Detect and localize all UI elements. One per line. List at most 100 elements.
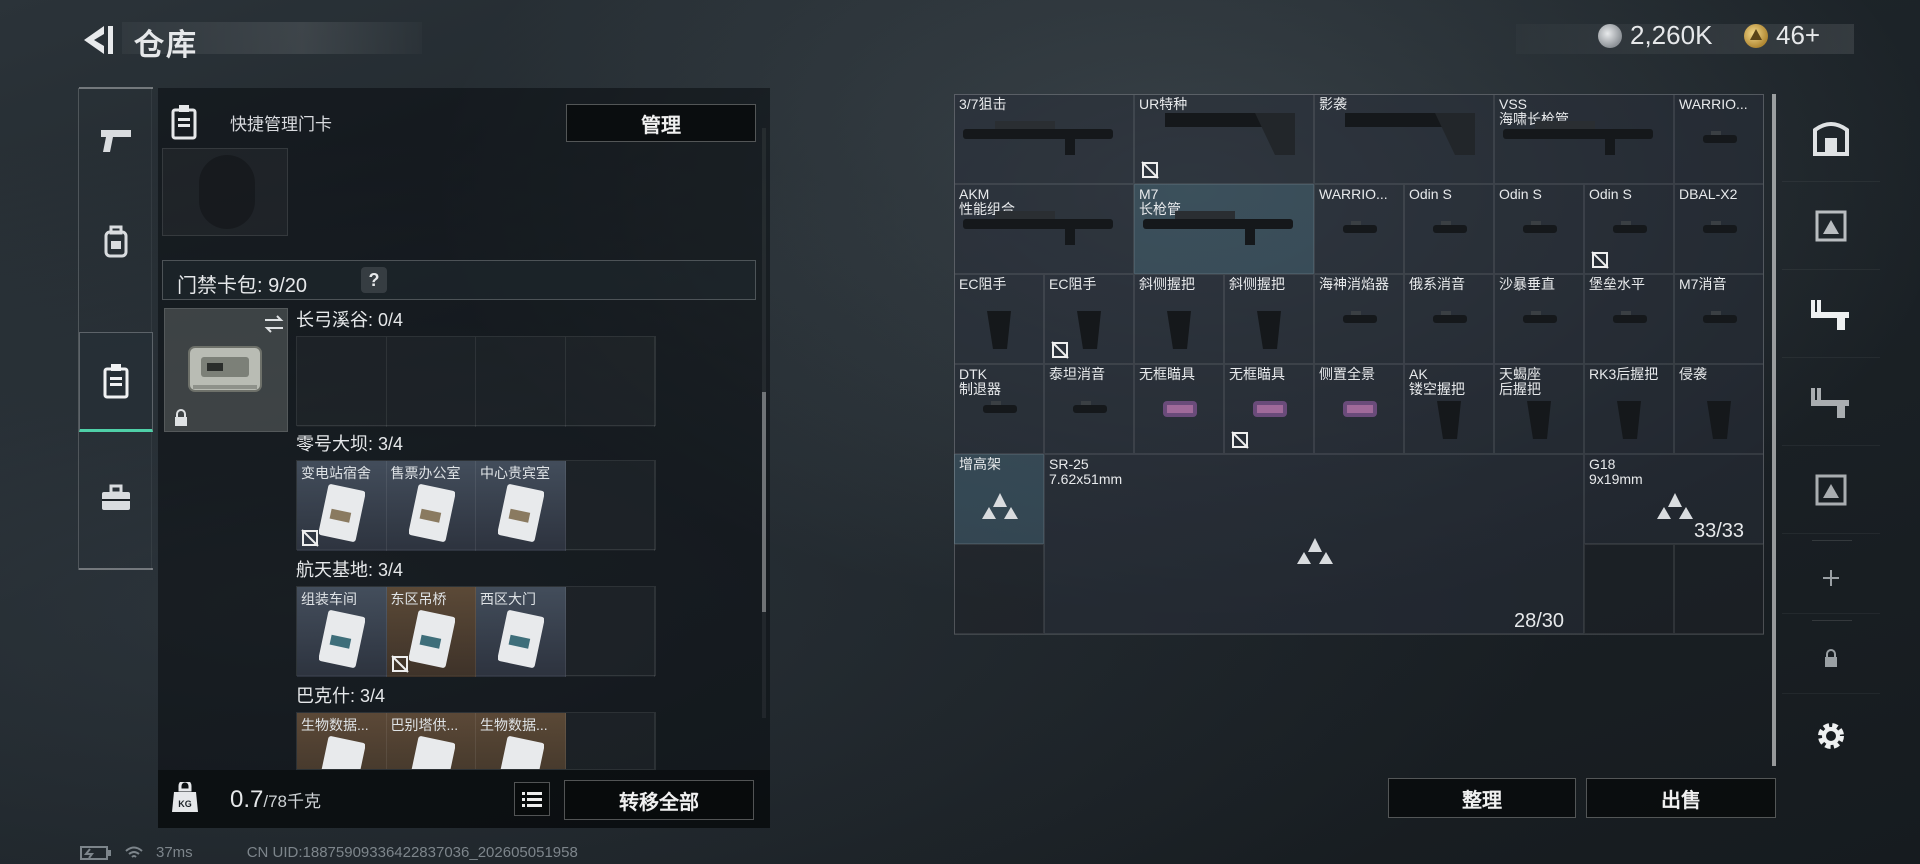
- item-image-icon: [1345, 113, 1475, 155]
- item-image-icon: [983, 401, 1017, 413]
- stash-item[interactable]: M7消音: [1674, 274, 1764, 364]
- card-slot[interactable]: 售票办公室: [386, 461, 476, 551]
- stash-item[interactable]: 天蝎座 后握把: [1494, 364, 1584, 454]
- stash-item[interactable]: UR特种: [1134, 94, 1314, 184]
- stash-item[interactable]: AK 镂空握把: [1404, 364, 1494, 454]
- stash-item[interactable]: 堡垒水平: [1584, 274, 1674, 364]
- card-slot[interactable]: 组装车间: [297, 587, 387, 677]
- tab-keycards[interactable]: [79, 332, 153, 432]
- stash-item[interactable]: 增高架: [954, 454, 1044, 544]
- keycard-case-item[interactable]: [164, 308, 288, 432]
- card-slot[interactable]: 生物数据...: [476, 713, 566, 769]
- left-footer: KG 0.7/78千克 转移全部: [158, 770, 770, 828]
- gold-amount: 46+: [1776, 20, 1821, 50]
- card-name: 组装车间: [301, 591, 357, 607]
- stash-item[interactable]: 斜侧握把: [1224, 274, 1314, 364]
- weapon-rack-icon: [1811, 299, 1849, 330]
- transfer-all-button[interactable]: 转移全部: [564, 780, 754, 820]
- stash-item[interactable]: DTK 制退器: [954, 364, 1044, 454]
- card-slot[interactable]: 西区大门: [476, 587, 566, 677]
- card-slot[interactable]: [387, 337, 476, 427]
- card-slot[interactable]: [297, 337, 387, 427]
- stash-item[interactable]: 侵袭: [1674, 364, 1764, 454]
- sell-button[interactable]: 出售: [1586, 778, 1776, 818]
- gold-coin-icon: [1744, 23, 1768, 48]
- item-image-icon: [1703, 221, 1737, 233]
- stash-item[interactable]: 影袭: [1314, 94, 1494, 184]
- stash-item[interactable]: 无框瞄具: [1224, 364, 1314, 454]
- stash-scrollbar[interactable]: [1772, 94, 1776, 766]
- stash-item[interactable]: 沙暴垂直: [1494, 274, 1584, 364]
- map-name: 巴克什:: [296, 686, 356, 706]
- add-stash-button[interactable]: [1782, 542, 1880, 614]
- stash-item[interactable]: Odin S: [1494, 184, 1584, 274]
- tab-supplies[interactable]: [79, 448, 153, 548]
- stash-item[interactable]: 海神消焰器: [1314, 274, 1404, 364]
- settings-button[interactable]: [1782, 696, 1880, 776]
- back-button[interactable]: [78, 20, 114, 60]
- lock-stash-button[interactable]: [1782, 622, 1880, 694]
- empty-slot[interactable]: [1674, 544, 1764, 634]
- item-image-icon: [987, 311, 1011, 349]
- stash-item[interactable]: SR-25 7.62x51mm: [1044, 454, 1584, 634]
- tool-stash-3[interactable]: [1782, 446, 1880, 534]
- weight-max: /78千克: [263, 792, 322, 811]
- card-slot[interactable]: 巴别塔供...: [386, 713, 476, 769]
- stash-item[interactable]: M7 长枪管: [1134, 184, 1314, 274]
- item-image-icon: [1297, 538, 1333, 564]
- back-arrow-icon: [84, 26, 113, 54]
- card-slot[interactable]: 中心贵宾室: [476, 461, 566, 551]
- map-count: 0/4: [378, 310, 404, 330]
- card-slot[interactable]: 生物数据...: [297, 713, 387, 769]
- plus-icon: [1823, 569, 1839, 586]
- gold-currency[interactable]: 46+: [1744, 20, 1820, 51]
- panel-scrollbar-thumb[interactable]: [762, 392, 766, 612]
- stash-item[interactable]: DBAL-X2: [1674, 184, 1764, 274]
- card-slot[interactable]: [476, 337, 566, 427]
- tool-divider: [1812, 620, 1852, 621]
- item-image-icon: [1343, 401, 1377, 417]
- manage-button[interactable]: 管理: [566, 104, 756, 142]
- card-slot[interactable]: [566, 587, 655, 677]
- card-slot[interactable]: [566, 713, 655, 769]
- help-button[interactable]: ?: [361, 267, 387, 293]
- stash-item[interactable]: VSS 海啸长枪管: [1494, 94, 1674, 184]
- category-rail: [78, 87, 153, 570]
- card-slot[interactable]: [566, 337, 655, 427]
- stash-item[interactable]: WARRIO...: [1314, 184, 1404, 274]
- list-view-button[interactable]: [514, 782, 550, 816]
- card-name: 西区大门: [480, 591, 536, 607]
- stash-item[interactable]: AKM 性能组合: [954, 184, 1134, 274]
- stash-item[interactable]: 3/7狙击: [954, 94, 1134, 184]
- stash-item[interactable]: 泰坦消音: [1044, 364, 1134, 454]
- stash-item[interactable]: 俄系消音: [1404, 274, 1494, 364]
- stash-item[interactable]: WARRIO...: [1674, 94, 1764, 184]
- stash-item[interactable]: 无框瞄具: [1134, 364, 1224, 454]
- tool-stash-1[interactable]: [1782, 182, 1880, 270]
- map-grid-dam: 变电站宿舍 售票办公室 中心贵宾室: [296, 460, 656, 551]
- empty-slot[interactable]: [1584, 544, 1674, 634]
- card-slot[interactable]: 东区吊桥: [386, 587, 476, 677]
- empty-slot[interactable]: [954, 544, 1044, 634]
- item-image-icon: [1523, 221, 1557, 233]
- swap-icon: [264, 315, 284, 333]
- keycard-bag-slot[interactable]: [162, 148, 288, 236]
- card-slot[interactable]: 变电站宿舍: [297, 461, 387, 551]
- tab-weapons[interactable]: [79, 90, 153, 190]
- stash-item[interactable]: 斜侧握把: [1134, 274, 1224, 364]
- tool-stash-2[interactable]: [1782, 358, 1880, 446]
- stash-item[interactable]: RK3后握把: [1584, 364, 1674, 454]
- stash-item[interactable]: Odin S: [1404, 184, 1494, 274]
- tool-safe-box[interactable]: [1782, 94, 1880, 182]
- stash-item[interactable]: 侧置全景: [1314, 364, 1404, 454]
- tab-equipment[interactable]: [79, 192, 153, 292]
- tool-weapon-rack[interactable]: [1782, 270, 1880, 358]
- stash-item[interactable]: EC阻手: [954, 274, 1044, 364]
- ping-readout: 37ms: [156, 844, 193, 861]
- map-count: 3/4: [378, 434, 404, 454]
- card-name: 东区吊桥: [390, 591, 447, 607]
- stash-item[interactable]: Odin S: [1584, 184, 1674, 274]
- organize-button[interactable]: 整理: [1388, 778, 1576, 818]
- stash-item[interactable]: EC阻手: [1044, 274, 1134, 364]
- card-slot[interactable]: [566, 461, 655, 551]
